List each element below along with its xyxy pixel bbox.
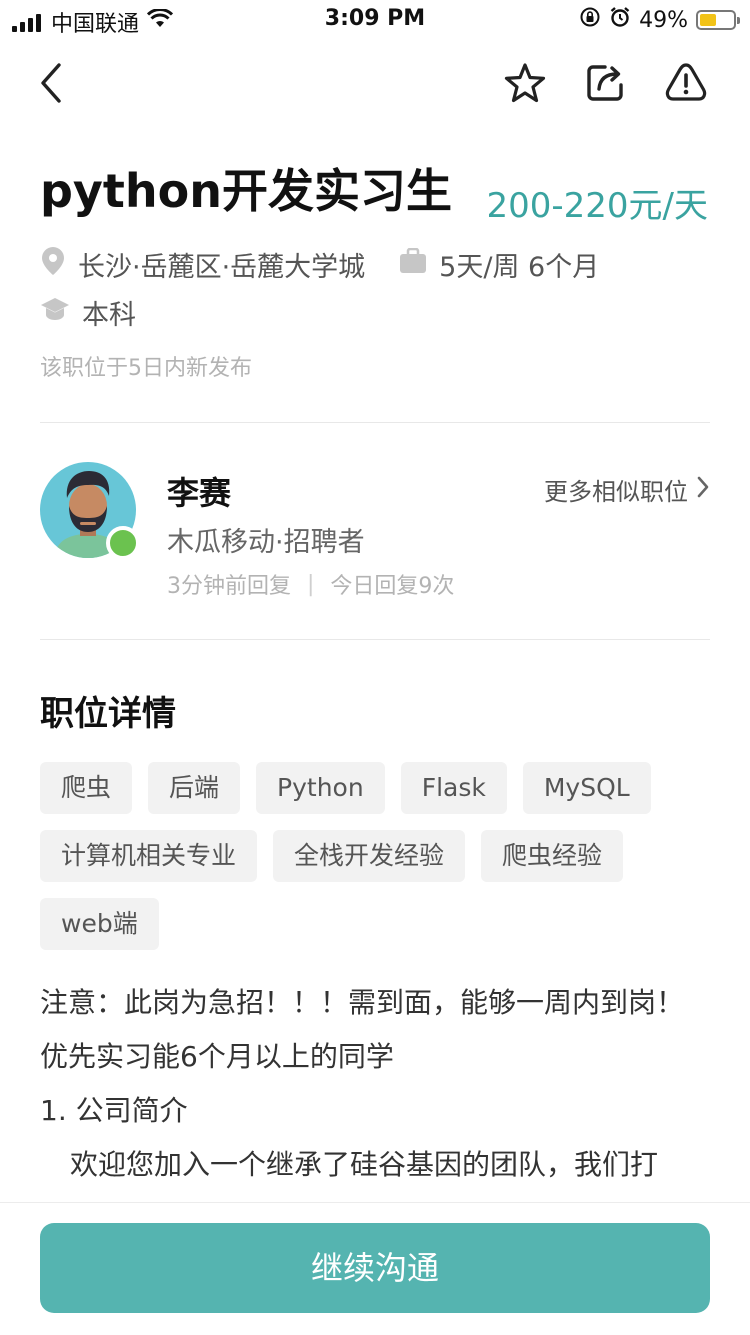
education-text: 本科: [82, 300, 136, 331]
continue-chat-button[interactable]: 继续沟通: [40, 1223, 710, 1313]
divider: [40, 639, 710, 640]
status-separator: |: [307, 571, 315, 597]
share-button[interactable]: [580, 60, 630, 110]
job-title: python开发实习生: [40, 164, 453, 218]
job-meta-row: 长沙·岳麓区·岳麓大学城 5天/周 6个月: [40, 245, 633, 284]
tag-list: 爬虫 后端 Python Flask MySQL 计算机相关专业 全栈开发经验 …: [40, 762, 730, 950]
battery-icon: [696, 10, 740, 30]
section-title-job-details: 职位详情: [40, 694, 176, 734]
tag: web端: [40, 898, 159, 950]
recruiter-avatar[interactable]: [40, 462, 140, 560]
tag: 后端: [148, 762, 241, 814]
report-button[interactable]: [661, 60, 711, 110]
divider: [40, 422, 710, 423]
back-button[interactable]: [26, 60, 76, 110]
alarm-icon: [609, 6, 631, 34]
graduation-cap-icon: [40, 296, 82, 329]
rotation-lock-icon: [579, 6, 601, 34]
posted-note: 该职位于5日内新发布: [40, 356, 252, 381]
online-status-dot: [106, 526, 140, 560]
bottom-action-bar: 继续沟通: [0, 1202, 750, 1335]
tag: 计算机相关专业: [40, 830, 258, 882]
tag: MySQL: [522, 762, 651, 814]
favorite-button[interactable]: [500, 60, 550, 110]
recruiter-status: 3分钟前回复 | 今日回复9次: [167, 568, 454, 600]
tag: Flask: [400, 762, 507, 814]
reply-time: 3分钟前回复: [167, 574, 291, 599]
description-paragraph: 欢迎您加入一个继承了硅谷基因的团队，我们打: [70, 1148, 659, 1181]
tag: 爬虫: [40, 762, 133, 814]
recruiter-name: 李赛: [167, 474, 232, 512]
similar-jobs-label: 更多相似职位: [544, 478, 688, 506]
education-item: 本科: [40, 293, 136, 332]
job-description: 注意：此岗为急招！！！需到面，能够一周内到岗！优先实习能6个月以上的同学 1. …: [40, 976, 710, 1192]
schedule-text: 5天/周 6个月: [439, 252, 600, 283]
description-paragraph: 注意：此岗为急招！！！需到面，能够一周内到岗！优先实习能6个月以上的同学: [40, 986, 685, 1073]
salary: 200-220元/天: [486, 186, 708, 226]
star-icon: [503, 61, 547, 109]
warning-icon: [664, 61, 708, 109]
battery-percent: 49%: [639, 7, 688, 33]
location-item: 长沙·岳麓区·岳麓大学城: [40, 245, 365, 284]
nav-bar: [0, 50, 750, 120]
chevron-right-icon: [688, 475, 710, 505]
location-text: 长沙·岳麓区·岳麓大学城: [78, 252, 366, 283]
tag: 全栈开发经验: [273, 830, 466, 882]
briefcase-icon: [399, 247, 439, 281]
description-paragraph: 1. 公司简介: [40, 1094, 188, 1127]
similar-jobs-link[interactable]: 更多相似职位: [544, 472, 710, 507]
tag: 爬虫经验: [481, 830, 624, 882]
education-row: 本科: [40, 293, 170, 332]
share-icon: [583, 61, 627, 109]
schedule-item: 5天/周 6个月: [399, 245, 599, 284]
reply-count: 今日回复9次: [330, 574, 455, 599]
recruiter-company: 木瓜移动·招聘者: [167, 527, 365, 558]
status-bar: 中国联通 3:09 PM 49%: [0, 0, 750, 40]
tag: Python: [256, 762, 385, 814]
chevron-left-icon: [37, 61, 65, 109]
location-pin-icon: [40, 246, 78, 283]
